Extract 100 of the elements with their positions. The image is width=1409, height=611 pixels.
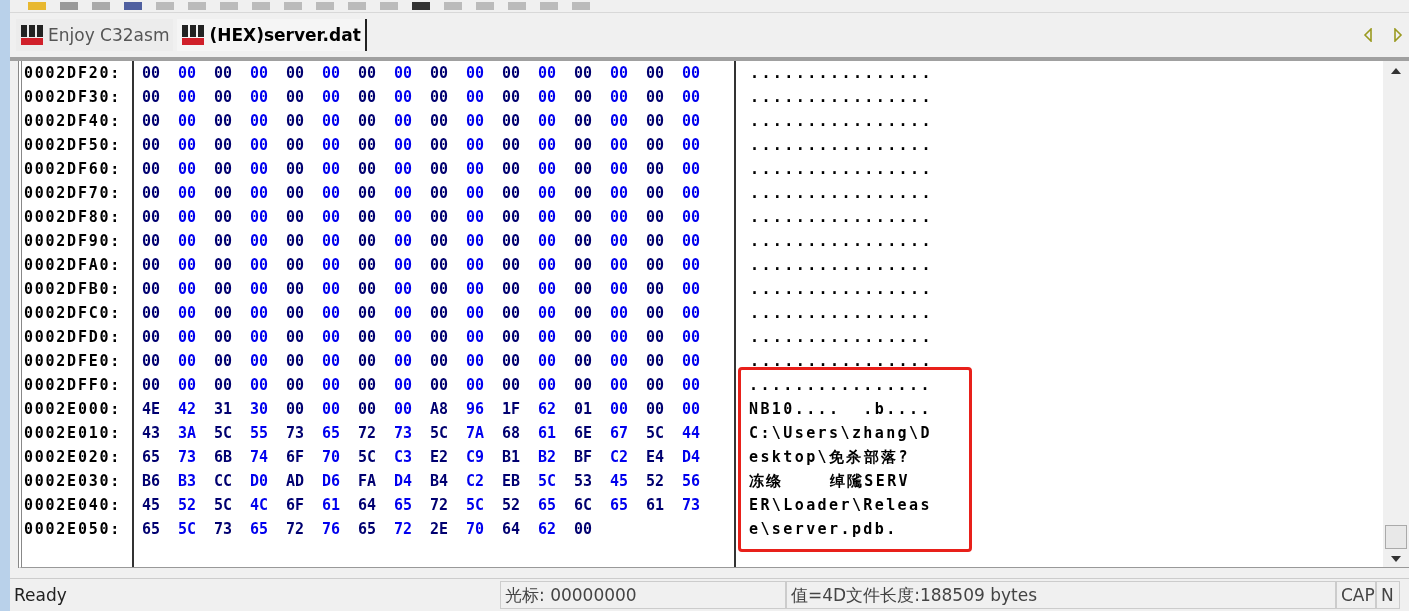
hex-byte: 00: [538, 375, 558, 396]
cursor-status: 光标: 00000000: [500, 581, 786, 609]
hex-byte: 00: [574, 87, 594, 108]
hex-byte: 00: [250, 135, 270, 156]
address-text: 0002DFF0:: [24, 375, 123, 396]
address-text: 0002DF40:: [24, 111, 123, 132]
hex-byte: 00: [250, 327, 270, 348]
hex-byte: 5C: [646, 423, 666, 444]
hex-byte: 00: [466, 111, 486, 132]
file-tab[interactable]: (HEX)server.dat: [177, 19, 367, 51]
hex-byte: 00: [250, 351, 270, 372]
hex-byte: 00: [466, 327, 486, 348]
hex-byte: 00: [142, 351, 162, 372]
hex-byte: 00: [250, 111, 270, 132]
hex-byte: 00: [250, 231, 270, 252]
hex-byte: 00: [574, 279, 594, 300]
hex-byte: 00: [610, 111, 630, 132]
hex-byte: 00: [250, 63, 270, 84]
hex-byte: 00: [466, 87, 486, 108]
hex-byte: 00: [178, 111, 198, 132]
hex-byte: B2: [538, 447, 558, 468]
hex-byte: 3A: [178, 423, 198, 444]
hex-byte: 00: [250, 159, 270, 180]
hex-byte: 00: [286, 87, 306, 108]
hex-byte: 00: [322, 111, 342, 132]
hex-byte: 00: [430, 183, 450, 204]
hex-byte: 00: [538, 159, 558, 180]
hex-byte: 00: [178, 87, 198, 108]
hex-byte: 73: [682, 495, 702, 516]
hex-byte: 00: [214, 255, 234, 276]
file-tab[interactable]: Enjoy C32asm: [16, 19, 174, 51]
hex-byte: 6E: [574, 423, 594, 444]
hex-byte: 70: [322, 447, 342, 468]
ascii-text: esktop\免杀部落?: [748, 447, 912, 468]
hex-byte: 00: [358, 375, 378, 396]
hex-byte: BF: [574, 447, 594, 468]
hex-byte: 65: [394, 495, 414, 516]
hex-byte: 65: [322, 423, 342, 444]
hex-byte: 00: [682, 135, 702, 156]
hex-byte: 00: [286, 375, 306, 396]
hex-byte: 00: [142, 63, 162, 84]
hex-byte: 6F: [286, 495, 306, 516]
hex-byte: 01: [574, 399, 594, 420]
hex-byte: 00: [214, 111, 234, 132]
hex-byte: 64: [502, 519, 522, 540]
hex-byte: 00: [502, 351, 522, 372]
hex-byte: 65: [250, 519, 270, 540]
ascii-text: C:\Users\zhang\D: [748, 423, 933, 444]
hex-byte: 00: [538, 231, 558, 252]
hex-byte: 00: [466, 303, 486, 324]
hex-byte: 68: [502, 423, 522, 444]
hex-byte: 00: [286, 255, 306, 276]
hex-byte: 00: [502, 255, 522, 276]
ascii-text: NB10.... .b....: [748, 399, 933, 420]
hex-byte: 00: [682, 87, 702, 108]
hex-byte: 00: [502, 207, 522, 228]
hex-byte: 00: [250, 279, 270, 300]
hex-byte: 00: [178, 159, 198, 180]
hex-byte: 00: [250, 183, 270, 204]
ascii-text: 冻绦 绰隲SERV: [748, 471, 912, 492]
hex-byte: 00: [610, 327, 630, 348]
hex-byte: 00: [574, 183, 594, 204]
hex-byte: 00: [214, 327, 234, 348]
hex-byte: D0: [250, 471, 270, 492]
address-text: 0002E040:: [24, 495, 123, 516]
hex-byte: 00: [394, 135, 414, 156]
hex-byte: 64: [358, 495, 378, 516]
hex-byte: 00: [430, 159, 450, 180]
hex-byte: 00: [574, 63, 594, 84]
hex-byte: 00: [286, 183, 306, 204]
hex-byte: 00: [466, 351, 486, 372]
hex-byte: 00: [394, 87, 414, 108]
hex-byte: 00: [430, 327, 450, 348]
ascii-text: ................: [749, 183, 934, 204]
hex-byte: 00: [178, 135, 198, 156]
hex-byte: 00: [394, 207, 414, 228]
hex-byte: 00: [538, 87, 558, 108]
hex-byte: 00: [286, 327, 306, 348]
hex-byte: 00: [322, 279, 342, 300]
hex-byte: 6C: [574, 495, 594, 516]
hex-byte: 00: [394, 111, 414, 132]
hex-byte: 96: [466, 399, 486, 420]
address-text: 0002E020:: [24, 447, 123, 468]
hex-byte: 00: [646, 399, 666, 420]
hex-byte: 73: [214, 519, 234, 540]
hex-byte: 00: [574, 519, 594, 540]
hex-byte: 7A: [466, 423, 486, 444]
address-text: 0002E050:: [24, 519, 123, 540]
hex-byte: 00: [430, 351, 450, 372]
hex-byte: 00: [178, 327, 198, 348]
hex-byte: 00: [142, 159, 162, 180]
status-message: Ready: [13, 585, 68, 605]
hex-byte: 00: [430, 207, 450, 228]
hex-byte: 00: [214, 87, 234, 108]
hex-byte: 00: [358, 87, 378, 108]
hex-byte: 00: [142, 87, 162, 108]
address-text: 0002DFC0:: [24, 303, 123, 324]
hex-byte: 00: [394, 63, 414, 84]
hex-byte: 00: [322, 399, 342, 420]
hex-byte: 00: [466, 135, 486, 156]
